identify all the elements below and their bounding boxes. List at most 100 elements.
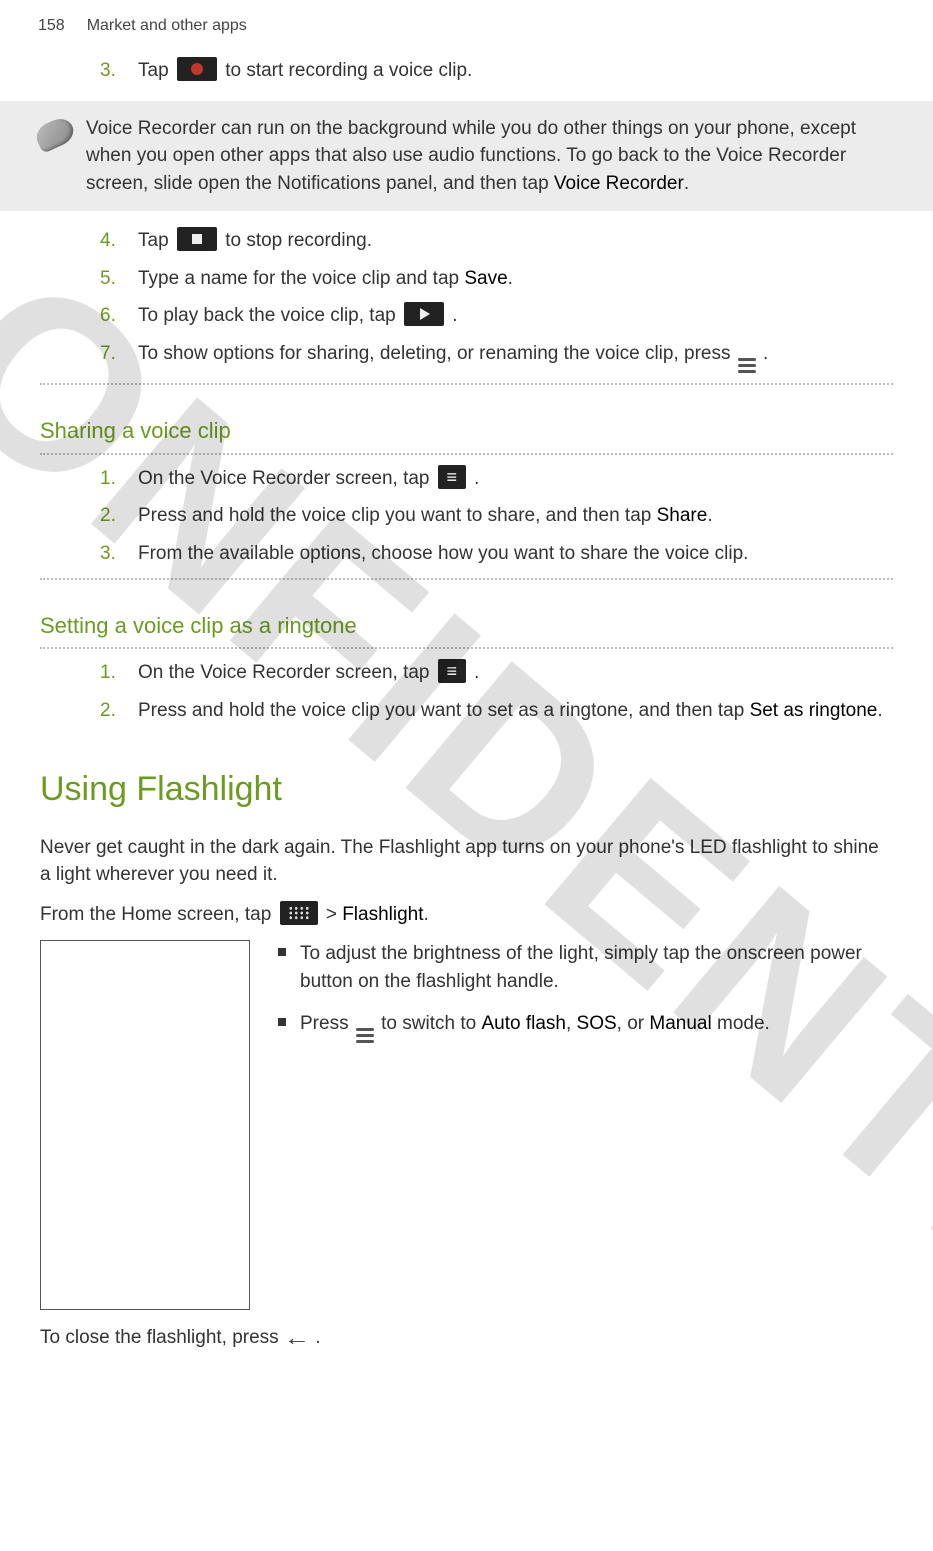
step-number: 1.	[100, 659, 122, 687]
step-number: 4.	[100, 227, 122, 255]
step-number: 7.	[100, 340, 122, 373]
flashlight-label: Flashlight	[342, 904, 423, 925]
page-header-title: Market and other apps	[87, 14, 247, 37]
flashlight-screenshot-placeholder	[40, 940, 250, 1310]
close-end: .	[315, 1327, 320, 1348]
list-icon	[438, 659, 466, 683]
close-text: To close the flashlight, press	[40, 1327, 284, 1348]
step-number: 3.	[100, 540, 122, 568]
list-icon	[438, 465, 466, 489]
bullet-marker	[278, 948, 286, 956]
b2-a: Press	[300, 1013, 354, 1034]
ringtone-step-1: 1. On the Voice Recorder screen, tap .	[100, 659, 893, 687]
stop-icon	[177, 227, 217, 251]
share-label: Share	[657, 505, 708, 526]
step-end: .	[877, 700, 882, 721]
step-text: to start recording a voice clip.	[225, 60, 472, 81]
step-text: to stop recording.	[225, 230, 372, 251]
flashlight-bullets: To adjust the brightness of the light, s…	[278, 940, 893, 1310]
step-number: 1.	[100, 465, 122, 493]
flashlight-open: From the Home screen, tap > Flashlight.	[40, 901, 893, 929]
step-end: .	[474, 662, 479, 683]
step-text: To show options for sharing, deleting, o…	[138, 343, 736, 364]
open-text: From the Home screen, tap	[40, 904, 277, 925]
step-5: 5. Type a name for the voice clip and ta…	[100, 265, 893, 293]
b2-sep2: , or	[617, 1013, 650, 1034]
b2-b: to switch to	[381, 1013, 481, 1034]
step-text: On the Voice Recorder screen, tap	[138, 468, 435, 489]
b2-end: mode.	[712, 1013, 770, 1034]
step-body: On the Voice Recorder screen, tap .	[138, 465, 893, 493]
section-divider	[40, 453, 893, 455]
recorder-steps-part1: 3. Tap to start recording a voice clip.	[100, 57, 893, 85]
note-icon	[32, 114, 77, 154]
step-body: Tap to stop recording.	[138, 227, 893, 255]
step-7: 7. To show options for sharing, deleting…	[100, 340, 893, 373]
heading-flashlight: Using Flashlight	[40, 765, 893, 814]
step-body: On the Voice Recorder screen, tap .	[138, 659, 893, 687]
sharing-step-3: 3. From the available options, choose ho…	[100, 540, 893, 568]
b2-sep1: ,	[566, 1013, 577, 1034]
step-text: Tap	[138, 60, 174, 81]
step-body: Press and hold the voice clip you want t…	[138, 502, 893, 530]
flashlight-close: To close the flashlight, press ← .	[40, 1322, 893, 1354]
ringtone-step-2: 2. Press and hold the voice clip you wan…	[100, 697, 893, 725]
step-number: 5.	[100, 265, 122, 293]
step-end: .	[508, 268, 513, 289]
manual-label: Manual	[649, 1013, 711, 1034]
step-text: Type a name for the voice clip and tap	[138, 268, 464, 289]
step-body: Tap to start recording a voice clip.	[138, 57, 893, 85]
step-text: On the Voice Recorder screen, tap	[138, 662, 435, 683]
bullet-text: Press to switch to Auto flash, SOS, or M…	[300, 1010, 770, 1043]
flashlight-row: To adjust the brightness of the light, s…	[40, 940, 893, 1310]
step-body: Press and hold the voice clip you want t…	[138, 697, 893, 725]
step-end: .	[763, 343, 768, 364]
bullet-brightness: To adjust the brightness of the light, s…	[278, 940, 893, 995]
bullet-marker	[278, 1018, 286, 1026]
step-end: .	[707, 505, 712, 526]
open-sep: >	[326, 904, 342, 925]
step-text: Press and hold the voice clip you want t…	[138, 505, 657, 526]
step-body: To play back the voice clip, tap .	[138, 302, 893, 330]
sharing-step-2: 2. Press and hold the voice clip you wan…	[100, 502, 893, 530]
page-header: 158 Market and other apps	[0, 0, 933, 47]
record-icon	[177, 57, 217, 81]
menu-icon	[356, 1028, 374, 1043]
recorder-steps-part2: 4. Tap to stop recording. 5. Type a name…	[100, 227, 893, 373]
section-divider	[40, 383, 893, 385]
step-number: 3.	[100, 57, 122, 85]
step-number: 2.	[100, 697, 122, 725]
note-voice-recorder: Voice Recorder can run on the background…	[0, 101, 933, 212]
ringtone-steps: 1. On the Voice Recorder screen, tap . 2…	[100, 659, 893, 724]
play-icon	[404, 302, 444, 326]
step-body: To show options for sharing, deleting, o…	[138, 340, 893, 373]
apps-icon	[280, 901, 318, 925]
step-body: Type a name for the voice clip and tap S…	[138, 265, 893, 293]
step-number: 2.	[100, 502, 122, 530]
step-text: To play back the voice clip, tap	[138, 305, 401, 326]
step-end: .	[452, 305, 457, 326]
page-content: 3. Tap to start recording a voice clip. …	[0, 57, 933, 1406]
auto-flash-label: Auto flash	[481, 1013, 566, 1034]
step-text: Tap	[138, 230, 174, 251]
step-end: .	[474, 468, 479, 489]
save-label: Save	[464, 268, 507, 289]
section-title-ringtone: Setting a voice clip as a ringtone	[40, 610, 893, 642]
flashlight-intro: Never get caught in the dark again. The …	[40, 834, 893, 889]
bullet-text: To adjust the brightness of the light, s…	[300, 940, 893, 995]
step-body: From the available options, choose how y…	[138, 540, 893, 568]
section-divider	[40, 647, 893, 649]
back-icon: ←	[284, 1322, 310, 1354]
step-4: 4. Tap to stop recording.	[100, 227, 893, 255]
note-text: Voice Recorder can run on the background…	[86, 118, 856, 194]
page-number: 158	[38, 14, 65, 37]
note-end: .	[684, 173, 689, 194]
section-divider	[40, 578, 893, 580]
set-ringtone-label: Set as ringtone	[750, 700, 878, 721]
note-bold: Voice Recorder	[554, 173, 684, 194]
menu-icon	[738, 358, 756, 373]
step-3: 3. Tap to start recording a voice clip.	[100, 57, 893, 85]
sharing-step-1: 1. On the Voice Recorder screen, tap .	[100, 465, 893, 493]
step-number: 6.	[100, 302, 122, 330]
sharing-steps: 1. On the Voice Recorder screen, tap . 2…	[100, 465, 893, 568]
